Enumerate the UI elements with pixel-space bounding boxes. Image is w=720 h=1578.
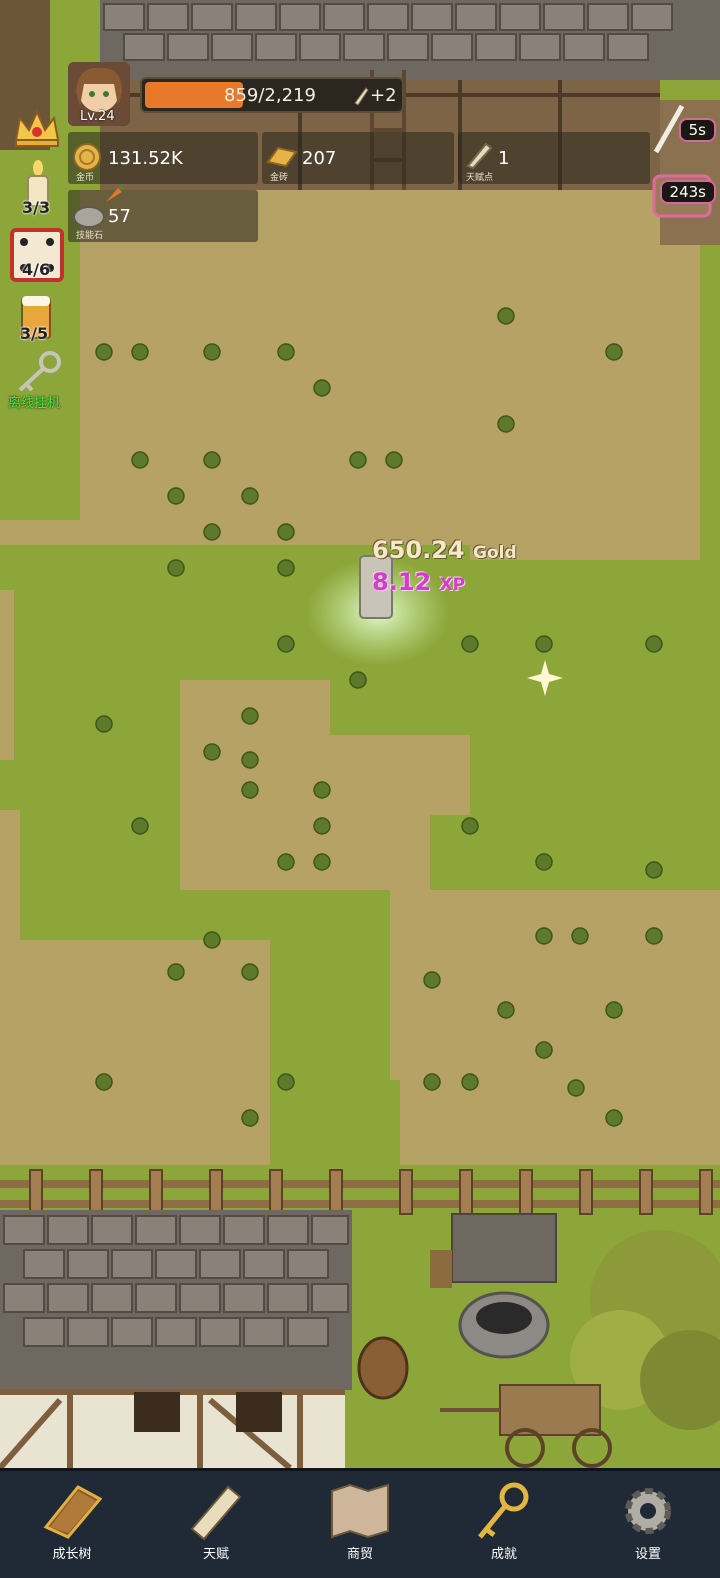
xp-bar: 859/2,219 +2 bbox=[140, 77, 404, 113]
talent-point-value: 1 bbox=[498, 147, 510, 169]
map-icon bbox=[331, 1483, 389, 1539]
crown-button[interactable] bbox=[12, 106, 62, 150]
talent-point-counter[interactable]: 1 天赋点 bbox=[458, 132, 650, 184]
beer-button[interactable]: 3/5 bbox=[16, 292, 60, 344]
bottom-nav: 成长树 天赋 商贸 成就 设置 bbox=[0, 1468, 720, 1578]
scroll-icon bbox=[466, 142, 493, 170]
idle-label: 离线挂机 bbox=[8, 396, 61, 411]
floating-gold: 650.24 Gold bbox=[372, 536, 517, 564]
timer-5s: 5s bbox=[678, 118, 716, 142]
gold-brick-caption: 金砖 bbox=[270, 173, 289, 183]
candle-count: 3/3 bbox=[22, 198, 51, 217]
player-level: Lv.24 bbox=[80, 109, 115, 124]
gold-brick-icon bbox=[266, 146, 298, 168]
talent-point-caption: 天赋点 bbox=[466, 173, 494, 183]
dice-count: 4/6 bbox=[22, 260, 51, 279]
nav-achievement[interactable]: 成就 bbox=[432, 1471, 576, 1578]
gold-brick-value: 207 bbox=[302, 147, 337, 169]
gold-counter[interactable]: 131.52K 金币 bbox=[68, 132, 258, 184]
floating-xp-value: 8.12 bbox=[372, 568, 432, 596]
floating-xp: 8.12 XP bbox=[372, 568, 465, 596]
xp-bonus: +2 bbox=[370, 85, 397, 106]
gold-coin-icon bbox=[73, 143, 101, 171]
skill-stone-counter[interactable]: 57 技能石 bbox=[68, 184, 258, 242]
gold-brick-counter[interactable]: 207 金砖 bbox=[262, 132, 454, 184]
crown-icon bbox=[14, 109, 60, 147]
xp-text: 859/2,219 bbox=[224, 85, 316, 106]
chest-timer: 243s bbox=[659, 180, 716, 204]
book-icon bbox=[43, 1485, 103, 1539]
nav-talent[interactable]: 天赋 bbox=[144, 1471, 288, 1578]
nav-growth-tree[interactable]: 成长树 bbox=[0, 1471, 144, 1578]
beer-count: 3/5 bbox=[20, 324, 49, 343]
nav-label: 设置 bbox=[634, 1547, 661, 1562]
candle-button[interactable]: 3/3 bbox=[18, 160, 58, 218]
gold-caption: 金币 bbox=[76, 173, 95, 183]
nav-label: 天赋 bbox=[202, 1547, 229, 1562]
nav-label: 商贸 bbox=[346, 1547, 373, 1562]
dice-button[interactable]: 4/6 bbox=[10, 228, 64, 284]
nav-settings[interactable]: 设置 bbox=[576, 1471, 720, 1578]
nav-label: 成就 bbox=[490, 1547, 517, 1562]
gold-value: 131.52K bbox=[108, 147, 183, 169]
floating-gold-unit: Gold bbox=[472, 543, 517, 563]
floating-xp-unit: XP bbox=[439, 575, 466, 595]
scroll-icon bbox=[190, 1485, 242, 1541]
key-icon bbox=[18, 351, 61, 392]
carrot-icon bbox=[106, 184, 123, 202]
key-icon bbox=[478, 1482, 529, 1539]
skill-stone-value: 57 bbox=[108, 205, 131, 227]
floating-gold-value: 650.24 bbox=[372, 536, 465, 564]
stone-icon bbox=[73, 206, 105, 228]
skill-stone-caption: 技能石 bbox=[76, 231, 104, 241]
nav-trade[interactable]: 商贸 bbox=[288, 1471, 432, 1578]
nav-label: 成长树 bbox=[52, 1547, 92, 1562]
gear-icon bbox=[625, 1488, 671, 1534]
scroll-icon bbox=[354, 87, 369, 106]
